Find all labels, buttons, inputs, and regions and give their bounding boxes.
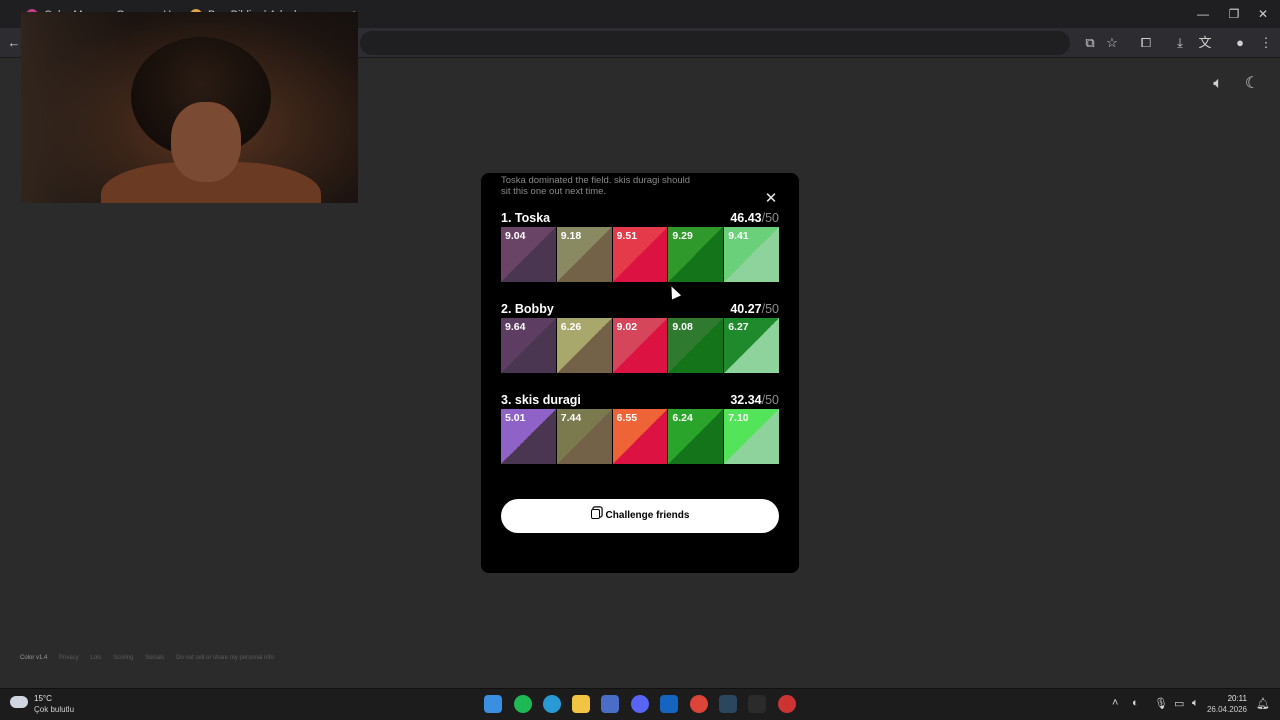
color-swatch: 7.44	[556, 409, 612, 464]
color-swatch: 9.29	[668, 227, 724, 282]
color-swatch: 6.24	[668, 409, 724, 464]
challenge-label: Challenge friends	[605, 510, 690, 521]
player-name: 3. skis duragi	[501, 393, 581, 407]
webcam-overlay	[21, 12, 358, 203]
windows-start-icon[interactable]	[484, 695, 502, 713]
recording-app-icon[interactable]	[778, 695, 796, 713]
color-swatch-row: 5.01 7.44 6.55 6.24 7.10	[501, 409, 779, 464]
app-tray-icon[interactable]: ◐	[1132, 697, 1139, 709]
close-window-button[interactable]: ✕	[1253, 4, 1273, 24]
color-swatch: 6.55	[612, 409, 668, 464]
player-name: 1. Toska	[501, 211, 551, 225]
maximize-button[interactable]: ❐	[1224, 4, 1244, 24]
volume-icon[interactable]: 🔈︎	[1192, 697, 1199, 710]
footer-link-do-not-sell[interactable]: Do not sell or share my personal info	[176, 655, 274, 661]
leaderboard-entry: 3. skis duragi 32.34/50 5.01 7.44 6.55 6.24…	[501, 393, 779, 464]
address-bar[interactable]	[360, 31, 1070, 55]
windows-taskbar: 15°C Çok bulutlu ˄ ◐ 🎙︎ ▭ 🔈︎ 20:11 26.04…	[0, 688, 1280, 720]
color-swatch: 9.08	[668, 318, 724, 373]
swatch-score: 9.29	[672, 230, 693, 242]
swatch-score: 9.04	[505, 230, 526, 242]
leaderboard-entry: 1. Toska 46.43/50 9.04 9.18 9.51 9.29 9.41	[501, 211, 779, 282]
close-icon[interactable]: ✕	[763, 191, 779, 207]
color-swatch: 9.18	[556, 227, 612, 282]
discord-icon[interactable]	[631, 695, 649, 713]
spotify-icon[interactable]	[514, 695, 532, 713]
color-swatch: 5.01	[501, 409, 556, 464]
steam-icon[interactable]	[719, 695, 737, 713]
edge-icon[interactable]	[543, 695, 561, 713]
notification-bell-icon[interactable]: 🔔︎	[1256, 697, 1270, 710]
weather-temperature[interactable]: 15°C	[34, 694, 52, 703]
profile-avatar-icon[interactable]: ●	[1230, 33, 1250, 53]
player-score: 46.43/50	[730, 211, 779, 225]
page-footer: Color v1.4 Privacy Lols Scoring Socials …	[20, 655, 284, 661]
footer-link-privacy[interactable]: Privacy	[59, 655, 79, 661]
swatch-score: 9.41	[728, 230, 749, 242]
swatch-score: 9.51	[616, 230, 638, 242]
swatch-score: 6.55	[616, 412, 638, 424]
microphone-icon[interactable]: 🎙︎	[1154, 697, 1168, 710]
moon-icon[interactable]: ☾	[1241, 73, 1263, 95]
color-swatch: 6.26	[556, 318, 612, 373]
leaderboard-entry: 2. Bobby 40.27/50 9.64 6.26 9.02 9.08 6.27	[501, 302, 779, 373]
network-icon[interactable]: ▭	[1174, 697, 1184, 710]
results-modal: Toska dominated the field. skis duragi s…	[481, 173, 799, 573]
chevron-up-icon[interactable]: ˄	[1112, 697, 1118, 709]
swatch-score: 6.26	[560, 321, 582, 333]
swatch-score: 6.27	[728, 321, 749, 333]
extensions-icon[interactable]: ⧠	[1136, 33, 1156, 53]
download-icon[interactable]: ⤓	[1170, 33, 1190, 53]
swatch-score: 9.64	[505, 321, 526, 333]
color-swatch: 9.64	[501, 318, 556, 373]
translate-icon[interactable]: 文	[1195, 33, 1215, 53]
clock-time[interactable]: 20:11	[1228, 694, 1247, 703]
file-explorer-icon[interactable]	[572, 695, 590, 713]
color-swatch: 6.27	[724, 318, 779, 373]
player-score: 40.27/50	[730, 302, 779, 316]
swatch-score: 5.01	[505, 412, 526, 424]
results-summary: Toska dominated the field. skis duragi s…	[501, 175, 691, 197]
swatch-score: 9.18	[560, 230, 582, 242]
cloud-icon	[10, 696, 28, 708]
microsoft-store-icon[interactable]	[601, 695, 619, 713]
footer-link-lols[interactable]: Lols	[90, 655, 101, 661]
copy-icon	[590, 509, 600, 519]
swatch-score: 6.24	[672, 412, 693, 424]
color-swatch: 9.02	[612, 318, 668, 373]
color-swatch: 7.10	[724, 409, 779, 464]
color-swatch-row: 9.04 9.18 9.51 9.29 9.41	[501, 227, 779, 282]
swatch-score: 7.44	[560, 412, 582, 424]
clock-date[interactable]: 26.04.2026	[1207, 705, 1247, 714]
color-swatch: 9.51	[612, 227, 668, 282]
color-swatch-row: 9.64 6.26 9.02 9.08 6.27	[501, 318, 779, 373]
epic-games-icon[interactable]	[748, 695, 766, 713]
swatch-score: 9.02	[616, 321, 638, 333]
footer-link-socials[interactable]: Socials	[145, 655, 164, 661]
speaker-icon[interactable]: 🔈︎	[1207, 73, 1229, 95]
outlook-icon[interactable]	[660, 695, 678, 713]
version-label: Color v1.4	[20, 655, 48, 661]
challenge-friends-button[interactable]: Challenge friends	[501, 499, 779, 533]
minimize-button[interactable]: —	[1193, 4, 1213, 24]
swatch-score: 9.08	[672, 321, 693, 333]
player-name: 2. Bobby	[501, 302, 554, 316]
player-score: 32.34/50	[730, 393, 779, 407]
bookmark-star-icon[interactable]: ☆	[1102, 33, 1122, 53]
color-swatch: 9.04	[501, 227, 556, 282]
swatch-score: 7.10	[728, 412, 749, 424]
screen-cast-icon[interactable]: ⧉	[1080, 33, 1100, 53]
browser-menu-icon[interactable]: ⋮	[1256, 33, 1276, 53]
footer-link-scoring[interactable]: Scoring	[113, 655, 133, 661]
chrome-icon[interactable]	[690, 695, 708, 713]
weather-description[interactable]: Çok bulutlu	[34, 705, 74, 714]
color-swatch: 9.41	[724, 227, 779, 282]
